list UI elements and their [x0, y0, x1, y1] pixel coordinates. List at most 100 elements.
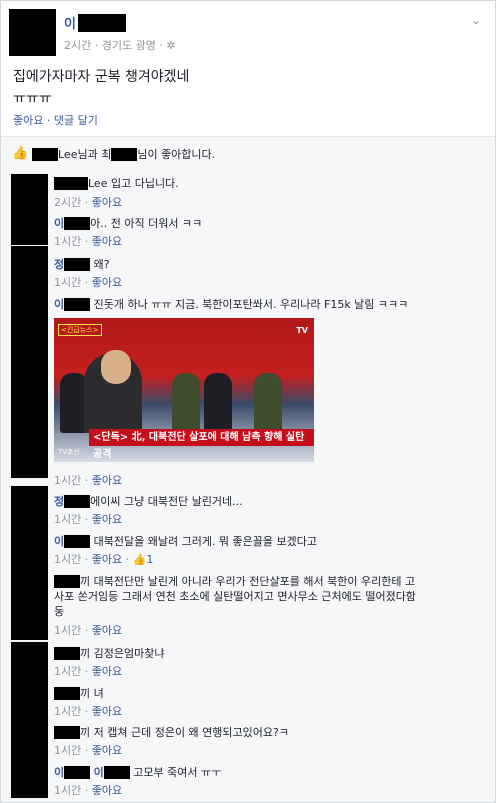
redacted-name — [64, 258, 91, 271]
like-count[interactable]: 1 — [146, 553, 153, 566]
commenter-name[interactable]: 정 — [54, 258, 64, 271]
redacted-name — [111, 148, 138, 161]
comment-body: 끼 대북전단만 날린게 아니라 우리가 전단살포를 해서 북한이 우리한테 고 — [80, 575, 416, 588]
post-actions: 좋아요 · 댓글 달기 — [13, 112, 98, 128]
comment-body: 왜? — [93, 258, 110, 271]
comment-meta: 1시간 · 좋아요 — [54, 665, 123, 678]
comment-text: 정 에이씨 그냥 대북전단 날린거네... — [54, 494, 477, 509]
comment-body: 고모부 죽여서 ㅠㅜ — [133, 766, 222, 779]
commenter-avatar[interactable] — [11, 207, 48, 245]
comment-text: 이 진돗개 하나 ㅠㅠ 지금. 북한이포탄쏴서. 우리나라 F15k 날림 ㅋㅋ… — [54, 297, 477, 312]
chevron-down-icon[interactable]: ⌄ — [471, 13, 481, 27]
comment-time: 1시간 — [54, 705, 82, 718]
commenter-name[interactable]: 이 — [54, 217, 64, 230]
comment-like-button[interactable]: 좋아요 — [92, 744, 122, 757]
comment-time: 1시간 — [54, 553, 82, 566]
comment-like-button[interactable]: 좋아요 — [92, 624, 122, 637]
commenter-avatar[interactable] — [11, 760, 48, 798]
comment-body: 진돗개 하나 ㅠㅠ 지금. 북한이포탄쏴서. 우리나라 F15k 날림 ㅋㅋㅋ — [93, 298, 409, 311]
commenter-avatar[interactable] — [11, 568, 48, 640]
comments-section: Lee 입고 다닙니다. 2시간 · 좋아요 이 아.. 전 아직 더워서 ㅋㅋ … — [1, 168, 495, 802]
broadcaster-badge: TV — [296, 326, 308, 335]
redacted-name — [54, 575, 80, 588]
redacted-name — [64, 298, 91, 311]
likes-part2: 님이 좋아합니다. — [137, 148, 216, 161]
comment-text: 이 이 고모부 죽여서 ㅠㅜ — [54, 765, 477, 780]
commenter-name[interactable]: 정 — [54, 495, 64, 508]
comment-like-button[interactable]: 좋아요 — [92, 235, 122, 248]
comment-text: 정 왜? — [54, 257, 477, 272]
comment-like-button[interactable]: 좋아요 — [92, 553, 122, 566]
commenter-avatar[interactable] — [11, 642, 48, 680]
thumbs-up-icon: 👍 — [132, 553, 147, 566]
author-avatar[interactable] — [9, 9, 56, 56]
post-card: 이 2시간 · 경기도 광명 · ✲ ⌄ 집에가자마자 군복 챙겨야겠네 ㅠㅠㅠ… — [0, 0, 496, 803]
comment-text: 이 대북전달을 왜날려 그러게. 뭐 좋은꼴을 보겠다고 — [54, 534, 477, 549]
comment-text: 이 아.. 전 아직 더워서 ㅋㅋ — [54, 216, 477, 231]
comment-text: 끼 김정은엄마찾냐 — [54, 646, 477, 661]
comment-meta: 1시간 · 좋아요 — [54, 235, 123, 248]
comment-meta: 1시간 · 좋아요 — [54, 624, 123, 637]
likes-summary: 👍 Lee님과 최 님이 좋아합니다. — [1, 137, 495, 169]
mentioned-name[interactable]: 이 — [94, 766, 104, 779]
news-screenshot-image[interactable]: <긴급뉴스> TV <단독> 北, 대북전단 살포에 대해 남측 향해 실탄 공… — [54, 318, 314, 462]
comment-time: 1시간 — [54, 624, 82, 637]
image-figure — [172, 373, 200, 433]
likes-part1: Lee님과 최 — [58, 148, 112, 161]
comment-time: 2시간 — [54, 196, 82, 209]
post-text-line: 집에가자마자 군복 챙겨야겠네 — [13, 69, 190, 85]
author-name-text[interactable]: 이 — [64, 17, 76, 32]
comment-body: 아.. 전 아직 더워서 ㅋㅋ — [90, 217, 203, 230]
comment-body: 끼 녀 — [80, 687, 104, 700]
comment-line: 사포 쏜거임등 그래서 연천 초소에 실탄떨어지고 면사무소 근처에도 떨어졌다… — [54, 590, 416, 603]
commenter-name[interactable]: 이 — [54, 298, 64, 311]
comment-meta: 1시간 · 좋아요 — [54, 474, 123, 487]
commenter-avatar[interactable] — [11, 528, 48, 570]
redacted-name — [32, 148, 58, 161]
comment-text: 끼 녀 — [54, 686, 477, 701]
comment-like-button[interactable]: 좋아요 — [92, 705, 122, 718]
comment-text: Lee 입고 다닙니다. — [54, 176, 477, 191]
comment-time: 1시간 — [54, 235, 82, 248]
commenter-name[interactable]: 이 — [54, 766, 64, 779]
redacted-name — [103, 766, 130, 779]
comment-text: 끼 저 캡쳐 근데 정은이 왜 연행되고있어요?ㅋ — [54, 725, 477, 740]
comment-time: 1시간 — [54, 784, 82, 797]
commenter-name[interactable]: 이 — [54, 535, 64, 548]
commenter-avatar[interactable] — [11, 680, 48, 720]
post-header: 이 2시간 · 경기도 광명 · ✲ ⌄ — [9, 9, 487, 59]
comment-time: 1시간 — [54, 744, 82, 757]
commenter-avatar[interactable] — [11, 246, 48, 288]
news-chyron: <단독> 北, 대북전단 살포에 대해 남측 향해 실탄 공격 — [89, 429, 314, 460]
redacted-name — [64, 535, 91, 548]
post-body: 집에가자마자 군복 챙겨야겠네 ㅠㅠㅠ — [13, 66, 189, 110]
comment-button[interactable]: 댓글 달기 — [54, 114, 98, 127]
commenter-avatar[interactable] — [11, 288, 48, 478]
commenter-avatar[interactable] — [11, 486, 48, 528]
comment-like-button[interactable]: 좋아요 — [92, 665, 122, 678]
comment-like-button[interactable]: 좋아요 — [92, 196, 122, 209]
likes-text[interactable]: Lee님과 최 님이 좋아합니다. — [32, 146, 215, 162]
redacted-name — [64, 495, 91, 508]
author-name[interactable]: 이 — [64, 13, 126, 32]
comment-like-button[interactable]: 좋아요 — [92, 784, 122, 797]
commenter-avatar[interactable] — [11, 720, 48, 760]
comment-like-button[interactable]: 좋아요 — [92, 474, 122, 487]
commenter-avatar[interactable] — [11, 174, 48, 207]
comment-meta: 1시간 · 좋아요 — [54, 513, 123, 526]
redacted-name — [54, 687, 80, 700]
comment-time: 1시간 — [54, 276, 82, 289]
redacted-name — [54, 647, 80, 660]
redacted-name — [64, 217, 91, 230]
comment-like-button[interactable]: 좋아요 — [92, 513, 122, 526]
like-button[interactable]: 좋아요 — [13, 114, 43, 127]
image-figure — [204, 373, 232, 433]
comment-meta: 1시간 · 좋아요 — [54, 744, 123, 757]
comment-like-button[interactable]: 좋아요 — [92, 276, 122, 289]
comment-meta: 1시간 · 좋아요 — [54, 784, 123, 797]
news-tag: <긴급뉴스> — [58, 324, 102, 336]
post-meta: 2시간 · 경기도 광명 · ✲ — [64, 39, 176, 52]
comment-time: 1시간 — [54, 665, 82, 678]
comment-body: 에이씨 그냥 대북전단 날린거네... — [90, 495, 243, 508]
post-text-line: ㅠㅠㅠ — [13, 91, 52, 107]
